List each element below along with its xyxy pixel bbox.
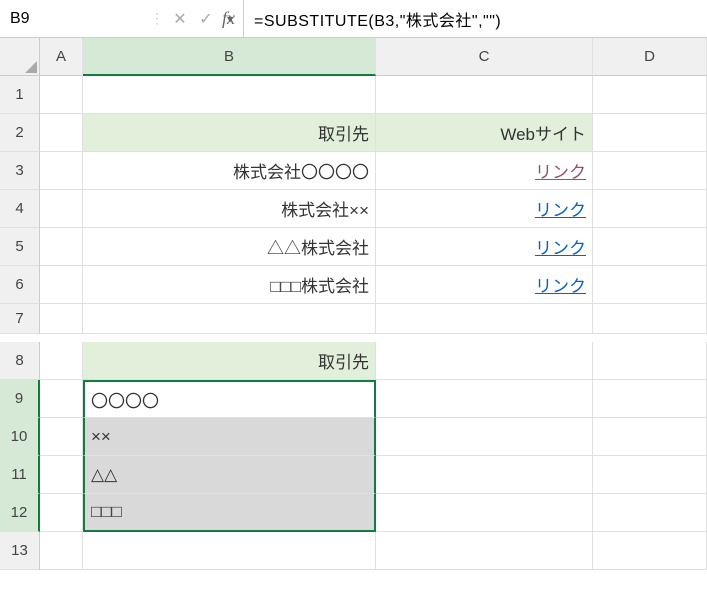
cell-A5[interactable] xyxy=(40,228,83,266)
row-header-6[interactable]: 6 xyxy=(0,266,40,304)
cell-D11[interactable] xyxy=(593,456,707,494)
cell-C11[interactable] xyxy=(376,456,593,494)
cell-C3[interactable]: リンク xyxy=(376,152,593,190)
cell-D8[interactable] xyxy=(593,342,707,380)
row-header-3[interactable]: 3 xyxy=(0,152,40,190)
row-header-10[interactable]: 10 xyxy=(0,418,40,456)
cell-C5[interactable]: リンク xyxy=(376,228,593,266)
row-header-1[interactable]: 1 xyxy=(0,76,40,114)
cell-B4[interactable]: 株式会社×× xyxy=(83,190,376,228)
formula-bar-buttons: ⋮ ✕ ✓ fx xyxy=(142,8,243,29)
cell-D2[interactable] xyxy=(593,114,707,152)
row-header-9[interactable]: 9 xyxy=(0,380,40,418)
row-header-4[interactable]: 4 xyxy=(0,190,40,228)
col-header-A[interactable]: A xyxy=(40,38,83,76)
cell-A7[interactable] xyxy=(40,304,83,334)
cell-C8[interactable] xyxy=(376,342,593,380)
cell-A2[interactable] xyxy=(40,114,83,152)
cell-D6[interactable] xyxy=(593,266,707,304)
cell-A3[interactable] xyxy=(40,152,83,190)
cell-C12[interactable] xyxy=(376,494,593,532)
cell-B13[interactable] xyxy=(83,532,376,570)
select-all-corner[interactable] xyxy=(0,38,40,76)
name-box: ▾ xyxy=(0,0,142,37)
cell-C2[interactable]: Webサイト xyxy=(376,114,593,152)
cell-D4[interactable] xyxy=(593,190,707,228)
cell-A4[interactable] xyxy=(40,190,83,228)
cell-B9[interactable]: 〇〇〇〇 xyxy=(83,380,376,418)
cell-C4[interactable]: リンク xyxy=(376,190,593,228)
cell-B11[interactable]: △△ xyxy=(83,456,376,494)
spreadsheet-grid: A B C D 1 2 取引先 Webサイト 3 株式会社〇〇〇〇 リンク 4 … xyxy=(0,38,707,570)
cell-D1[interactable] xyxy=(593,76,707,114)
cell-C6[interactable]: リンク xyxy=(376,266,593,304)
cell-C10[interactable] xyxy=(376,418,593,456)
cell-D3[interactable] xyxy=(593,152,707,190)
cell-D7[interactable] xyxy=(593,304,707,334)
cell-D10[interactable] xyxy=(593,418,707,456)
col-header-C[interactable]: C xyxy=(376,38,593,76)
row-header-5[interactable]: 5 xyxy=(0,228,40,266)
row-header-8[interactable]: 8 xyxy=(0,342,40,380)
cell-A1[interactable] xyxy=(40,76,83,114)
cell-A9[interactable] xyxy=(40,380,83,418)
row-header-7[interactable]: 7 xyxy=(0,304,40,334)
row-header-12[interactable]: 12 xyxy=(0,494,40,532)
cell-B5[interactable]: △△株式会社 xyxy=(83,228,376,266)
cell-D13[interactable] xyxy=(593,532,707,570)
cell-B3[interactable]: 株式会社〇〇〇〇 xyxy=(83,152,376,190)
cell-B7[interactable] xyxy=(83,304,376,334)
row-header-11[interactable]: 11 xyxy=(0,456,40,494)
formula-input[interactable] xyxy=(243,0,707,37)
vertical-divider-icon: ⋮ xyxy=(150,10,164,27)
cell-B1[interactable] xyxy=(83,76,376,114)
col-header-D[interactable]: D xyxy=(593,38,707,76)
cell-A6[interactable] xyxy=(40,266,83,304)
cell-A10[interactable] xyxy=(40,418,83,456)
cancel-icon[interactable]: ✕ xyxy=(170,9,190,29)
cell-A13[interactable] xyxy=(40,532,83,570)
cell-A12[interactable] xyxy=(40,494,83,532)
cell-B8[interactable]: 取引先 xyxy=(83,342,376,380)
row-header-13[interactable]: 13 xyxy=(0,532,40,570)
cell-B6[interactable]: □□□株式会社 xyxy=(83,266,376,304)
cell-D12[interactable] xyxy=(593,494,707,532)
cell-D5[interactable] xyxy=(593,228,707,266)
col-header-B[interactable]: B xyxy=(83,38,376,76)
cell-B12[interactable]: □□□ xyxy=(83,494,376,532)
cell-C7[interactable] xyxy=(376,304,593,334)
enter-icon[interactable]: ✓ xyxy=(196,9,216,29)
cell-A8[interactable] xyxy=(40,342,83,380)
cell-D9[interactable] xyxy=(593,380,707,418)
cell-A11[interactable] xyxy=(40,456,83,494)
row-header-2[interactable]: 2 xyxy=(0,114,40,152)
cell-C13[interactable] xyxy=(376,532,593,570)
cell-B10[interactable]: ×× xyxy=(83,418,376,456)
fx-icon[interactable]: fx xyxy=(222,8,235,29)
cell-B2[interactable]: 取引先 xyxy=(83,114,376,152)
cell-C1[interactable] xyxy=(376,76,593,114)
cell-C9[interactable] xyxy=(376,380,593,418)
formula-bar: ▾ ⋮ ✕ ✓ fx xyxy=(0,0,707,38)
